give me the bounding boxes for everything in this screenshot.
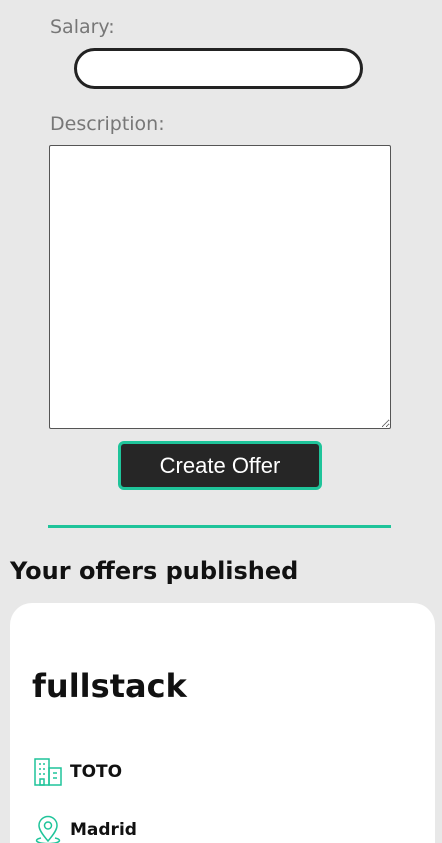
page: Salary: Description: Create Offer Your o… bbox=[0, 0, 442, 843]
section-divider bbox=[48, 525, 391, 528]
offer-card[interactable]: fullstack TOTO Madrid bbox=[10, 603, 435, 843]
description-label: Description: bbox=[50, 113, 165, 135]
salary-input[interactable] bbox=[74, 48, 363, 89]
offer-title: fullstack bbox=[32, 667, 187, 705]
published-offers-title: Your offers published bbox=[10, 557, 299, 585]
building-icon bbox=[32, 756, 64, 788]
create-offer-button[interactable]: Create Offer bbox=[118, 441, 322, 490]
offer-company-row: TOTO bbox=[32, 756, 122, 788]
salary-label: Salary: bbox=[50, 16, 115, 38]
description-textarea[interactable] bbox=[49, 145, 391, 429]
map-pin-icon bbox=[32, 814, 64, 843]
offer-location: Madrid bbox=[70, 820, 137, 840]
offer-company: TOTO bbox=[70, 762, 123, 782]
offer-location-row: Madrid bbox=[32, 814, 137, 843]
